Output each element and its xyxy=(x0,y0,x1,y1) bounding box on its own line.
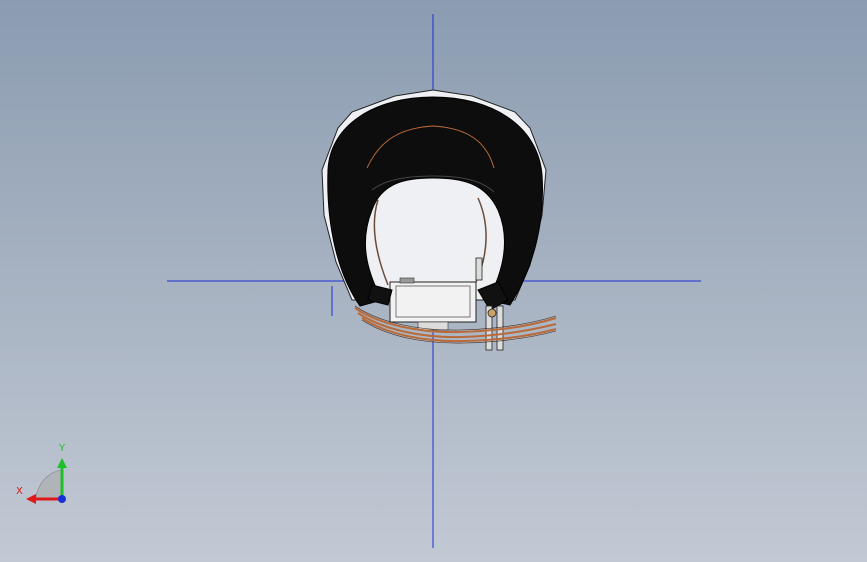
triad-plane-wedge xyxy=(35,469,63,500)
triad-x-label: X xyxy=(16,486,23,497)
graphics-viewport[interactable]: Y X xyxy=(0,0,867,562)
cad-scene[interactable] xyxy=(0,0,867,562)
z-axis-dot-icon xyxy=(58,495,66,503)
helmet-model[interactable] xyxy=(321,89,557,351)
electronics-module[interactable] xyxy=(389,277,477,331)
triad-y-label: Y xyxy=(59,443,66,454)
reference-triad xyxy=(26,458,67,504)
